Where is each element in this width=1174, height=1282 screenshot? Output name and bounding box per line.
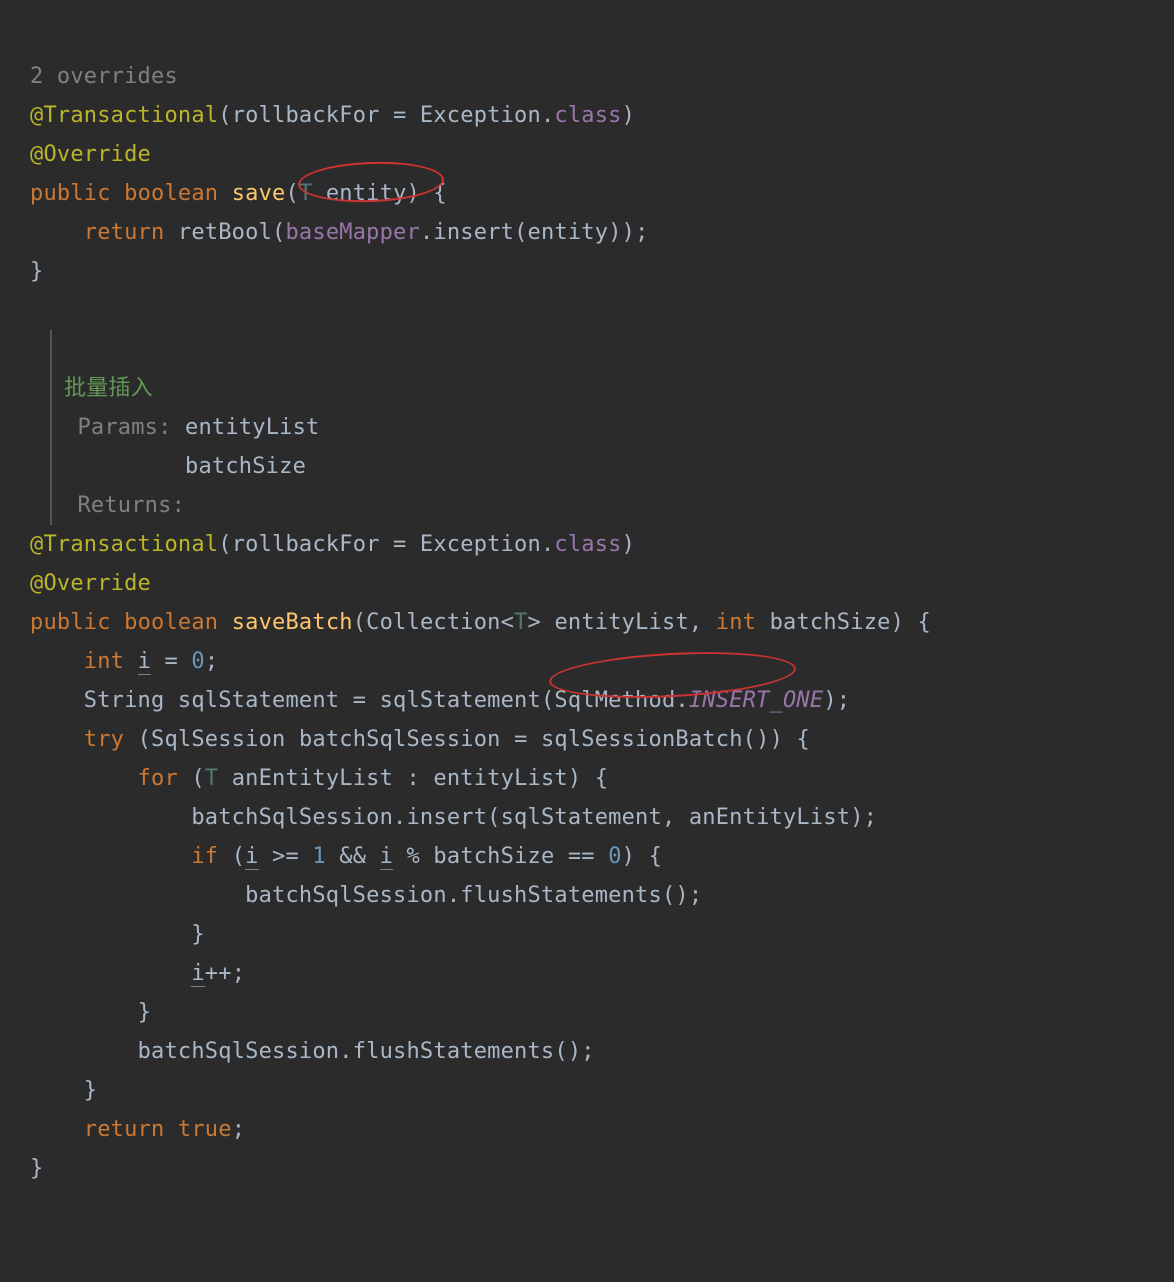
annotation-transactional: @Transactional <box>30 103 218 128</box>
annotation-override: @Override <box>30 142 151 167</box>
call-sqlSessionBatch: sqlSessionBatch <box>541 727 743 752</box>
field-baseMapper: baseMapper <box>285 220 419 245</box>
javadoc-returns-label: Returns: <box>77 493 185 518</box>
call-retBool: retBool <box>178 220 272 245</box>
annotation-transactional-2: @Transactional <box>30 532 218 557</box>
code-editor[interactable]: 2 overrides @Transactional(rollbackFor =… <box>0 0 1174 1266</box>
overrides-hint: 2 overrides <box>30 64 178 89</box>
kw-public: public <box>30 181 111 206</box>
local-i: i <box>138 649 151 675</box>
method-save: save <box>232 181 286 206</box>
enum-insert-one: INSERT_ONE <box>689 688 823 713</box>
annotation-override-2: @Override <box>30 571 151 596</box>
javadoc-block: 批量插入 Params: entityList batchSize Return… <box>50 330 319 525</box>
method-saveBatch: saveBatch <box>232 610 353 635</box>
javadoc-params-label: Params: <box>77 415 171 440</box>
javadoc-title: 批量插入 <box>64 376 153 401</box>
